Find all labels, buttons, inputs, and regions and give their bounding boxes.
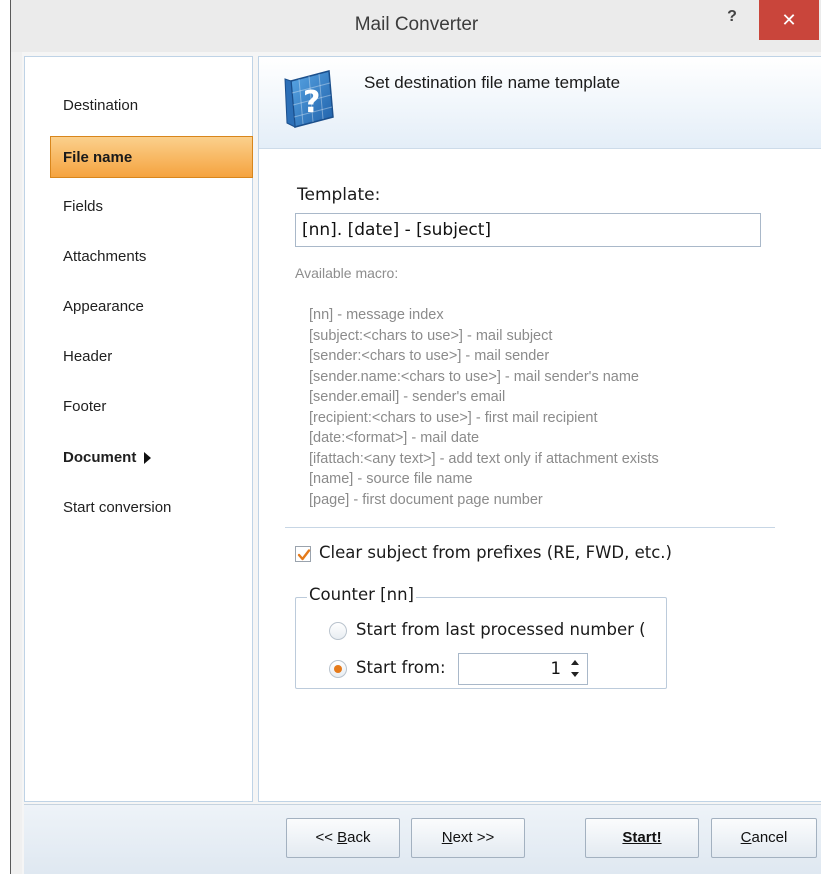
macro-item: [page] - first document page number (309, 491, 543, 508)
clear-subject-checkbox[interactable] (295, 546, 311, 562)
close-button[interactable]: ✕ (759, 0, 819, 40)
start-number-value[interactable]: 1 (551, 659, 562, 678)
start-from-last-label: Start from last processed number ( (356, 620, 646, 639)
start-button[interactable]: Start! (585, 818, 699, 858)
sidebar-item-appearance[interactable]: Appearance (26, 286, 251, 328)
macro-item: [recipient:<chars to use>] - first mail … (309, 409, 598, 426)
clear-subject-label: Clear subject from prefixes (RE, FWD, et… (319, 543, 672, 562)
stepper-buttons[interactable] (569, 657, 583, 681)
sidebar-item-label: Attachments (63, 248, 147, 265)
sidebar-item-label: Start conversion (63, 499, 172, 516)
sidebar-item-label: Fields (63, 198, 104, 215)
start-from-last-radio[interactable] (329, 622, 347, 640)
sidebar-item-footer[interactable]: Footer (26, 386, 251, 428)
sidebar-item-fields[interactable]: Fields (26, 186, 251, 228)
mail-converter-window: Mail Converter ? ✕ Destination File name… (10, 0, 821, 874)
stepper-down-icon[interactable] (571, 672, 579, 677)
help-document-icon: ? (284, 70, 334, 128)
cancel-button[interactable]: Cancel (711, 818, 817, 858)
panel-title: Set destination file name template (364, 73, 621, 92)
title-bar: Mail Converter ? ✕ (11, 0, 821, 52)
sidebar-item-label: Destination (63, 97, 139, 114)
back-rest: ack (347, 829, 371, 846)
close-icon: ✕ (781, 10, 797, 30)
panel-header: ? Set destination file name template (259, 57, 821, 149)
macro-item: [name] - source file name (309, 471, 473, 487)
macro-item: [sender:<chars to use>] - mail sender (309, 348, 550, 364)
counter-legend: Counter [nn] (307, 585, 416, 604)
macro-item: [sender.email] - sender's email (309, 389, 506, 405)
divider (285, 527, 775, 528)
settings-panel: ? Set destination file name template Tem… (258, 56, 821, 802)
template-input[interactable] (295, 213, 761, 247)
macro-item: [subject:<chars to use>] - mail subject (309, 327, 553, 344)
macro-heading: Available macro: (295, 265, 399, 281)
window-title: Mail Converter (354, 14, 479, 35)
next-rest: ext >> (452, 829, 495, 846)
stepper-up-icon[interactable] (571, 660, 579, 665)
start-number-stepper[interactable]: 1 (458, 653, 588, 685)
macro-item: [ifattach:<any text>] - add text only if… (309, 450, 659, 467)
client-area: Destination File name Fields Attachments… (22, 52, 821, 874)
start-from-radio[interactable] (329, 660, 347, 678)
sidebar-item-document[interactable]: Document (26, 437, 251, 479)
next-mnemonic: N (441, 829, 453, 846)
sidebar-item-label: Header (63, 348, 113, 365)
next-button[interactable]: Next >> (411, 818, 525, 858)
back-prefix: << (315, 829, 338, 846)
cancel-rest: ancel (751, 829, 788, 846)
macro-item: [sender.name:<chars to use>] - mail send… (309, 368, 639, 385)
start-from-label: Start from: (356, 658, 446, 677)
sidebar-item-label: Document (63, 449, 137, 466)
sidebar-item-label: Footer (63, 398, 107, 415)
back-mnemonic: B (337, 829, 348, 846)
expand-arrow-icon (144, 452, 152, 465)
help-button[interactable]: ? (720, 8, 744, 32)
sidebar-item-label: Appearance (63, 298, 144, 315)
macro-item: [date:<format>] - mail date (309, 430, 480, 446)
sidebar-item-header[interactable]: Header (26, 336, 251, 378)
sidebar-item-attachments[interactable]: Attachments (26, 236, 251, 278)
checkmark-icon (297, 549, 311, 561)
start-label: Start! (622, 829, 662, 846)
wizard-sidebar: Destination File name Fields Attachments… (24, 56, 253, 802)
back-button[interactable]: << Back (286, 818, 400, 858)
macro-item: [nn] - message index (309, 307, 444, 323)
svg-text:?: ? (303, 85, 320, 120)
sidebar-item-destination[interactable]: Destination (26, 85, 251, 127)
macro-list: [nn] - message index [subject:<chars to … (309, 305, 659, 510)
sidebar-item-start-conversion[interactable]: Start conversion (26, 487, 251, 529)
sidebar-item-file-name[interactable]: File name (50, 136, 253, 178)
template-label: Template: (297, 185, 381, 205)
sidebar-item-label: File name (63, 149, 133, 166)
cancel-mnemonic: C (740, 829, 752, 846)
